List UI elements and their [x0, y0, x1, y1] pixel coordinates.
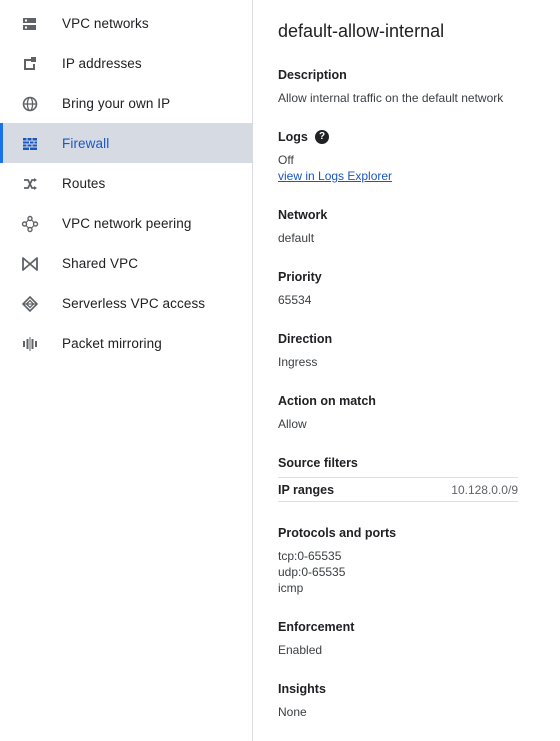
view-in-logs-explorer-link[interactable]: view in Logs Explorer [278, 169, 392, 183]
action-on-match-label: Action on match [278, 394, 376, 408]
insights-label: Insights [278, 682, 326, 696]
ip-ranges-value: 10.128.0.0/9 [451, 483, 518, 497]
sidebar-item-serverless-vpc-access[interactable]: Serverless VPC access [0, 283, 253, 323]
ip-ranges-key: IP ranges [278, 483, 335, 497]
logs-value: Off [278, 153, 294, 167]
priority-value: 65534 [278, 293, 312, 307]
insights-value: None [278, 705, 307, 719]
ip-addresses-icon [21, 55, 39, 73]
help-icon[interactable]: ? [315, 130, 329, 144]
sidebar-item-label: Routes [62, 175, 106, 191]
sidebar-item-firewall[interactable]: Firewall [0, 123, 253, 163]
sidebar-item-label: IP addresses [62, 55, 142, 71]
sidebar-item-bring-your-own-ip[interactable]: Bring your own IP [0, 83, 253, 123]
protocol-value: udp:0-65535 [278, 565, 346, 579]
sidebar-item-ip-addresses[interactable]: IP addresses [0, 43, 253, 83]
firewall-icon [21, 135, 39, 153]
page-title: default-allow-internal [278, 21, 445, 41]
sidebar-item-routes[interactable]: Routes [0, 163, 253, 203]
action-on-match-value: Allow [278, 417, 307, 431]
vpc-networks-icon [21, 15, 39, 33]
sidebar-item-label: VPC networks [62, 15, 149, 31]
sidebar-item-vpc-networks[interactable]: VPC networks [0, 3, 253, 43]
sidebar-item-label: Packet mirroring [62, 335, 162, 351]
direction-label: Direction [278, 332, 333, 346]
sidebar-item-label: Firewall [62, 135, 110, 151]
shared-vpc-icon [21, 255, 39, 273]
source-filters-label: Source filters [278, 456, 358, 470]
sidebar-item-packet-mirroring[interactable]: Packet mirroring [0, 323, 253, 363]
routes-icon [21, 175, 39, 193]
sidebar-item-label: Serverless VPC access [62, 295, 206, 311]
sidebar-item-vpc-network-peering[interactable]: VPC network peering [0, 203, 253, 243]
network-label: Network [278, 208, 328, 222]
network-value: default [278, 231, 315, 245]
peering-icon [21, 215, 39, 233]
sidebar-item-label: VPC network peering [62, 215, 192, 231]
priority-label: Priority [278, 270, 322, 284]
enforcement-label: Enforcement [278, 620, 355, 634]
packet-mirroring-icon [21, 335, 39, 353]
sidebar-item-label: Bring your own IP [62, 95, 171, 111]
globe-icon [21, 95, 39, 113]
sidebar-item-shared-vpc[interactable]: Shared VPC [0, 243, 253, 283]
logs-label: Logs [278, 130, 308, 144]
protocols-and-ports-label: Protocols and ports [278, 526, 397, 540]
enforcement-value: Enabled [278, 643, 323, 657]
page: VPC networks IP addresses Bring your own… [0, 0, 560, 741]
direction-value: Ingress [278, 355, 318, 369]
protocol-value: icmp [278, 581, 304, 595]
protocol-value: tcp:0-65535 [278, 549, 342, 563]
serverless-icon [21, 295, 39, 313]
sidebar-nav: VPC networks IP addresses Bring your own… [0, 0, 253, 741]
description-label: Description [278, 68, 347, 82]
sidebar-item-label: Shared VPC [62, 255, 139, 271]
description-value: Allow internal traffic on the default ne… [278, 91, 504, 105]
source-filters-table: IP ranges 10.128.0.0/9 [278, 477, 518, 502]
